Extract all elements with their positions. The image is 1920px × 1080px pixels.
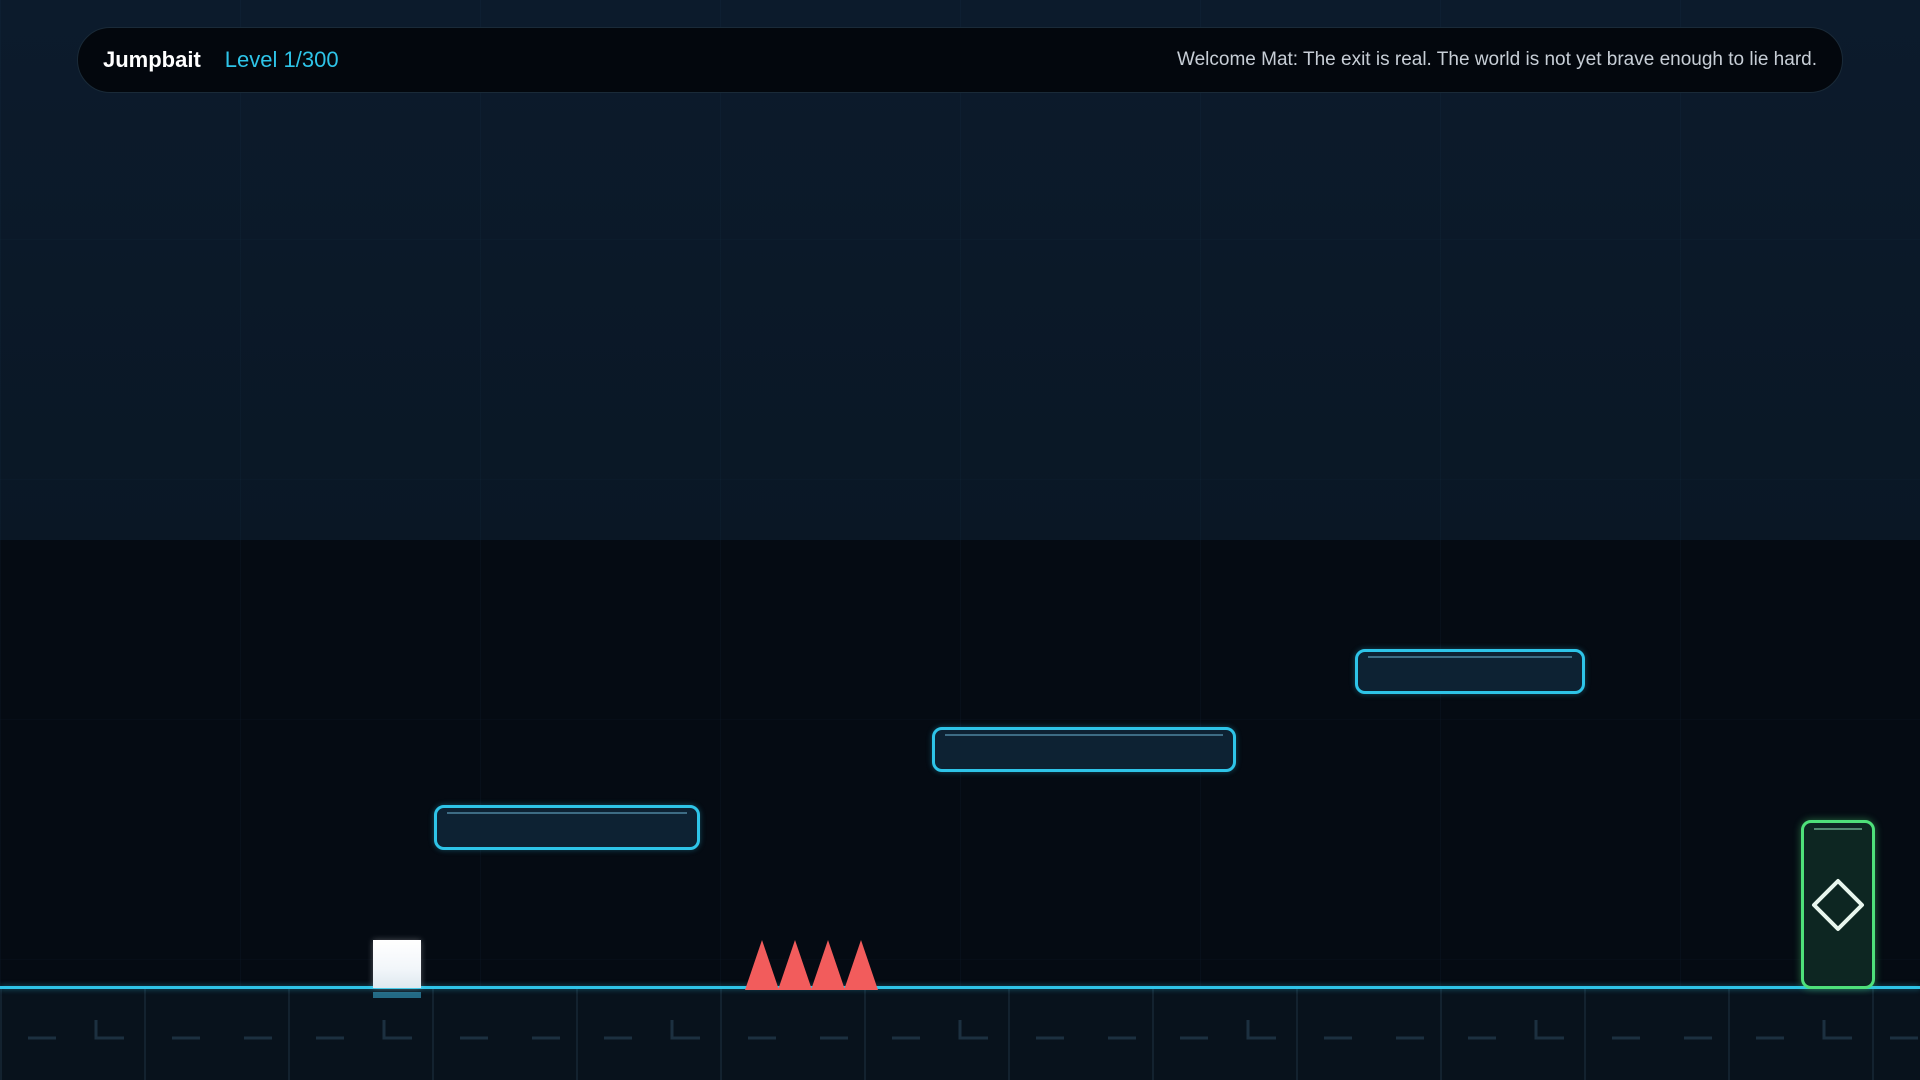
player-shadow — [373, 992, 421, 998]
level-indicator: Level 1/300 — [224, 47, 339, 72]
exit-door[interactable] — [1801, 820, 1875, 989]
background-grid — [0, 0, 1920, 1080]
game-title: Jumpbait — [103, 47, 201, 72]
game-stage[interactable]: Jumpbait Level 1/300 Welcome Mat: The ex… — [0, 0, 1920, 1080]
diamond-icon — [1812, 879, 1864, 931]
hud-bar: Jumpbait Level 1/300 Welcome Mat: The ex… — [77, 27, 1843, 93]
player-cube[interactable] — [373, 940, 421, 988]
ground-surface — [0, 986, 1920, 989]
platform-2 — [932, 727, 1236, 772]
exit-door-highlight — [1814, 828, 1862, 830]
platform-1 — [434, 805, 700, 850]
ground-markings — [28, 1020, 1918, 1040]
level-message: Welcome Mat: The exit is real. The world… — [1177, 49, 1817, 70]
platform-3 — [1355, 649, 1585, 694]
spike-hazard — [745, 940, 878, 990]
